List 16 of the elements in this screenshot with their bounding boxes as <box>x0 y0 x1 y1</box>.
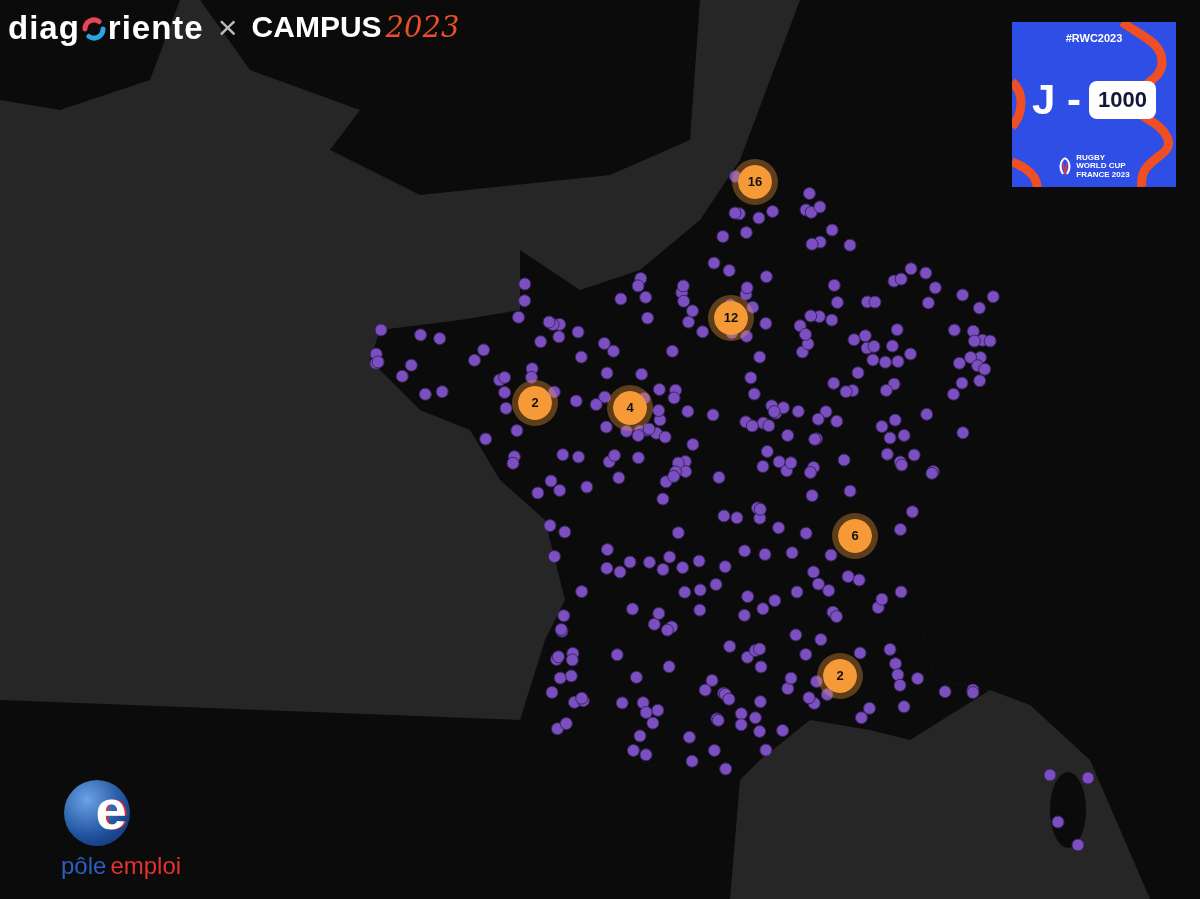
brand-text: riente <box>107 10 204 44</box>
logo-icon <box>80 16 107 42</box>
trophy-icon <box>1058 157 1073 176</box>
countdown-number: 1000 <box>1089 81 1156 120</box>
logo-text: WORLD CUP <box>1076 162 1127 171</box>
logo-text: pôle <box>61 854 107 878</box>
logo-letter: e <box>95 782 127 838</box>
partner-year: 2023 <box>385 12 460 42</box>
brand-text: diag <box>8 10 80 44</box>
logo-text: RUGBY <box>1076 153 1107 163</box>
countdown-label: J - <box>1032 79 1082 122</box>
partner-text: CAMPUS <box>251 12 382 42</box>
hashtag-text: #RWC2023 <box>1065 31 1123 46</box>
logo-text: FRANCE 2023 <box>1076 170 1130 179</box>
logo-text: emploi <box>110 854 182 878</box>
separator-text: × <box>217 10 238 44</box>
